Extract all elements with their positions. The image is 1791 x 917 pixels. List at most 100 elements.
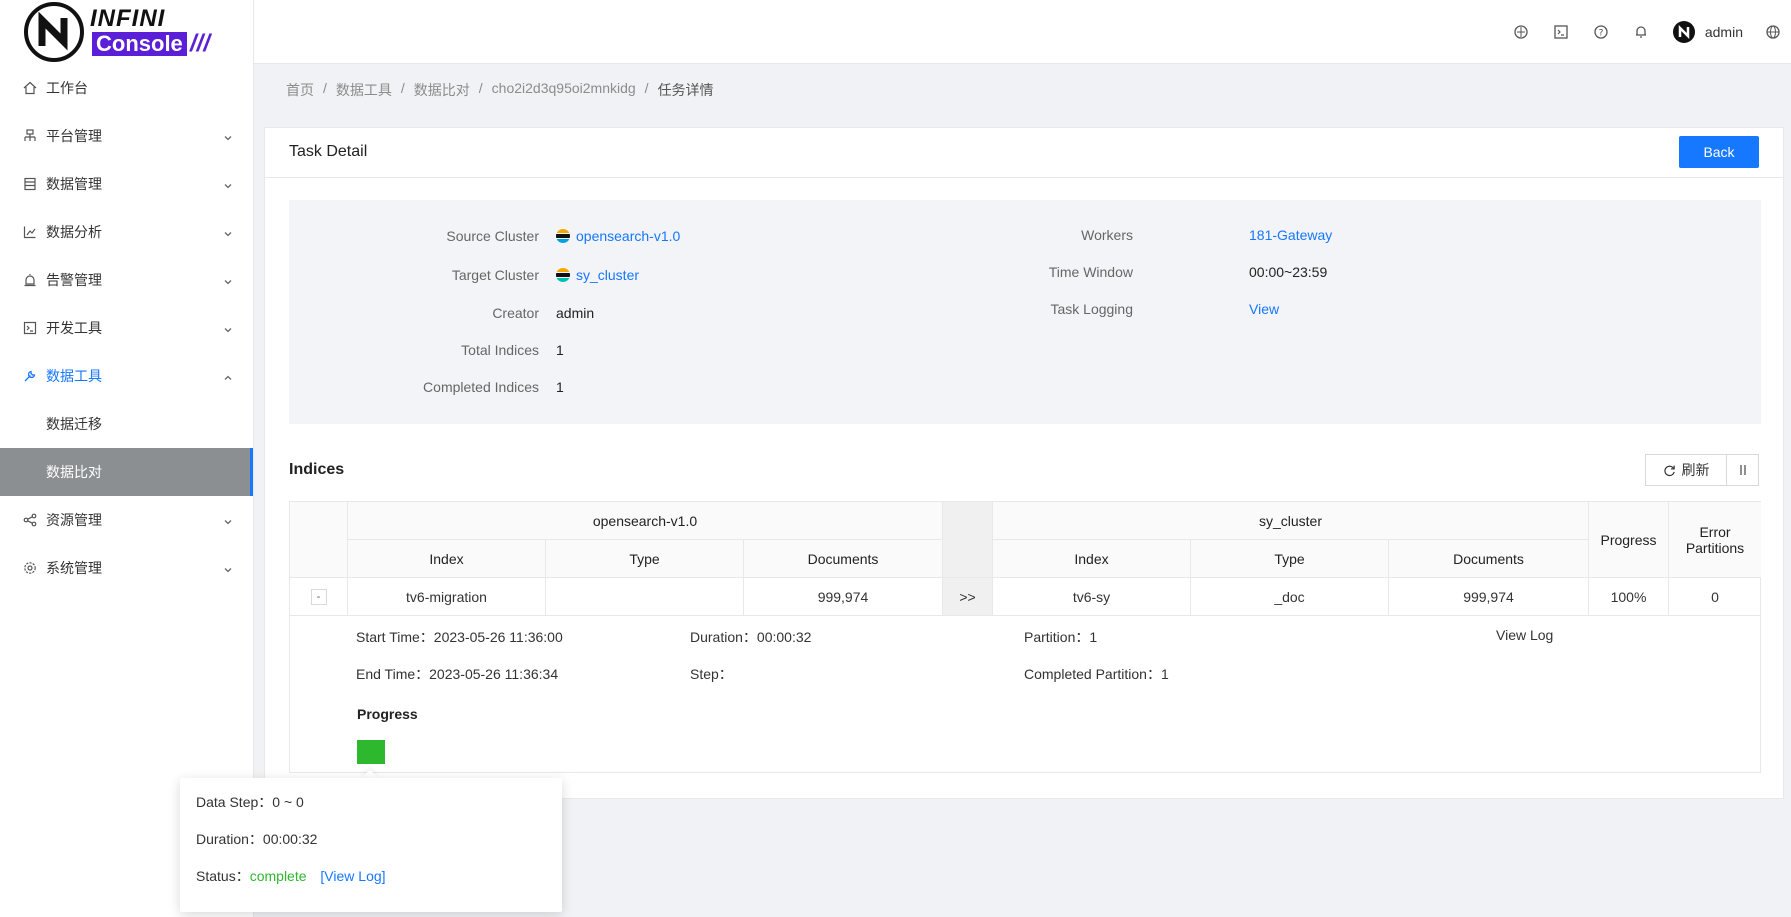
status-label: Status： — [196, 868, 250, 884]
settings-icon — [22, 560, 38, 576]
tooltip-view-log-link[interactable]: [View Log] — [320, 868, 385, 884]
cloud-icon[interactable] — [1501, 0, 1541, 64]
completed-partition-value: 1 — [1160, 666, 1169, 682]
table-header-target-index: Index — [993, 540, 1191, 578]
breadcrumb-task-id[interactable]: cho2i2d3q95oi2mnkidg — [492, 80, 636, 100]
breadcrumb: 首页 / 数据工具 / 数据比对 / cho2i2d3q95oi2mnkidg … — [286, 80, 714, 100]
back-button[interactable]: Back — [1679, 136, 1759, 168]
step-label: Step： — [690, 666, 733, 682]
sidebar-item-data-management[interactable]: 数据管理 — [0, 160, 253, 208]
username: admin — [1704, 24, 1743, 40]
total-indices-value: 1 — [556, 342, 564, 358]
partition-label: Partition： — [1024, 629, 1090, 645]
table-cell-expand: - — [290, 578, 348, 616]
sidebar-item-label: 工作台 — [46, 80, 88, 96]
view-log-link[interactable]: View Log — [1496, 627, 1553, 643]
sidebar-subitem-label: 数据比对 — [46, 464, 102, 480]
sidebar-subitem-migration[interactable]: 数据迁移 — [0, 400, 253, 448]
sidebar-item-dev-tools[interactable]: 开发工具 — [0, 304, 253, 352]
logo[interactable]: INFINI Console /// — [0, 0, 254, 64]
completed-partition-label: Completed Partition： — [1024, 666, 1161, 682]
table-cell-error-partitions: 0 — [1669, 578, 1761, 616]
time-window-value: 00:00~23:59 — [1249, 264, 1328, 280]
completed-indices-value: 1 — [556, 379, 564, 395]
sidebar-item-data-analysis[interactable]: 数据分析 — [0, 208, 253, 256]
sidebar-item-workbench[interactable]: 工作台 — [0, 64, 253, 112]
user-menu[interactable]: admin — [1661, 0, 1755, 64]
code-icon — [22, 320, 38, 336]
page-title: Task Detail — [289, 143, 368, 160]
table-header-target-type: Type — [1191, 540, 1389, 578]
progress-step-block[interactable] — [357, 740, 385, 764]
indices-table: opensearch-v1.0 sy_cluster Progress Erro… — [289, 501, 1761, 773]
sidebar-item-alerts[interactable]: 告警管理 — [0, 256, 253, 304]
sidebar-item-system[interactable]: 系统管理 — [0, 544, 253, 592]
chevron-down-icon — [223, 178, 233, 194]
sidebar-item-label: 系统管理 — [46, 560, 102, 576]
table-header-arrow — [943, 502, 993, 578]
task-info-panel: Source Cluster opensearch-v1.0 Target Cl… — [289, 200, 1761, 424]
data-step-value: 0 ~ 0 — [272, 794, 304, 810]
breadcrumb-separator: / — [478, 80, 483, 96]
sidebar-item-label: 数据管理 — [46, 176, 102, 192]
partition-value: 1 — [1089, 629, 1098, 645]
completed-partition: Completed Partition：1 — [1024, 664, 1169, 684]
logo-text-top: INFINI — [90, 5, 166, 32]
table-cell-arrow: >> — [943, 578, 993, 616]
avatar — [1672, 21, 1695, 43]
pause-button[interactable] — [1727, 454, 1759, 486]
chevron-down-icon — [223, 514, 233, 530]
table-header-source-cluster: opensearch-v1.0 — [348, 502, 943, 540]
table-cell-source-type — [546, 578, 744, 616]
share-icon — [22, 512, 38, 528]
sidebar-item-platform[interactable]: 平台管理 — [0, 112, 253, 160]
svg-text:?: ? — [1598, 29, 1603, 39]
tooltip-duration-label: Duration： — [196, 831, 263, 847]
table-header-source-type: Type — [546, 540, 744, 578]
total-indices-label: Total Indices — [461, 342, 539, 358]
tooltip-data-step: Data Step：0 ~ 0 — [196, 792, 304, 812]
breadcrumb-separator: / — [323, 80, 327, 96]
chevron-down-icon — [223, 226, 233, 242]
table-cell-target-index: tv6-sy — [993, 578, 1191, 616]
breadcrumb-data-tools[interactable]: 数据工具 — [336, 80, 392, 100]
status-value: complete — [249, 868, 307, 884]
partition: Partition：1 — [1024, 627, 1097, 647]
end-time-label: End Time： — [356, 666, 430, 682]
sidebar-item-label: 开发工具 — [46, 320, 102, 336]
breadcrumb-home[interactable]: 首页 — [286, 80, 314, 100]
sidebar-item-label: 数据分析 — [46, 224, 102, 240]
globe-icon[interactable] — [1755, 0, 1791, 64]
breadcrumb-separator: / — [400, 80, 405, 96]
indices-title: Indices — [289, 461, 345, 478]
database-icon — [22, 176, 38, 192]
sidebar-item-resources[interactable]: 资源管理 — [0, 496, 253, 544]
end-time-value: 2023-05-26 11:36:34 — [429, 666, 559, 682]
sidebar-item-data-tools[interactable]: 数据工具 — [0, 352, 253, 400]
time-window-label: Time Window — [1048, 264, 1133, 280]
workers-link[interactable]: 181-Gateway — [1249, 227, 1332, 243]
task-logging-view-link[interactable]: View — [1249, 301, 1279, 317]
table-header-source-documents: Documents — [744, 540, 943, 578]
sidebar-item-label: 数据工具 — [46, 368, 102, 384]
breadcrumb-data-comparison[interactable]: 数据比对 — [414, 80, 470, 100]
data-step-label: Data Step： — [196, 794, 273, 810]
terminal-icon[interactable] — [1541, 0, 1581, 64]
tooltip-duration-value: 00:00:32 — [262, 831, 318, 847]
workers-label: Workers — [1081, 227, 1133, 243]
progress-title: Progress — [357, 706, 418, 722]
refresh-button[interactable]: 刷新 — [1645, 454, 1727, 486]
help-icon[interactable]: ? — [1581, 0, 1621, 64]
table-header-error-partitions: Error Partitions — [1669, 502, 1761, 578]
pause-icon — [1738, 464, 1748, 476]
sidebar-subitem-comparison[interactable]: 数据比对 — [0, 448, 253, 496]
error-header-line1: Error — [1699, 523, 1731, 540]
chevron-down-icon — [223, 274, 233, 290]
alarm-icon — [22, 272, 38, 288]
bell-icon[interactable] — [1621, 0, 1661, 64]
table-header-target-documents: Documents — [1389, 540, 1589, 578]
chevron-down-icon — [223, 130, 233, 146]
collapse-row-button[interactable]: - — [310, 588, 327, 605]
chevron-down-icon — [223, 562, 233, 578]
top-header: INFINI Console /// ? admin — [0, 0, 1791, 64]
